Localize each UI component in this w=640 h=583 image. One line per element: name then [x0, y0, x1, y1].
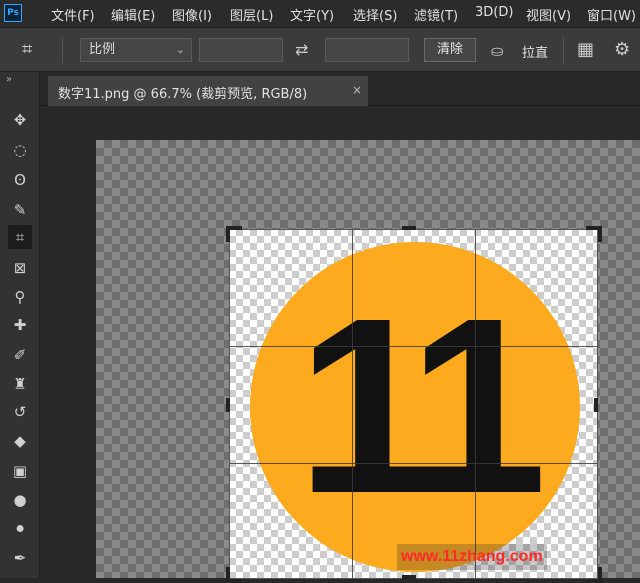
menu-select[interactable]: 选择(S)	[353, 5, 397, 24]
crop-handle-top-left[interactable]	[226, 226, 242, 242]
clone-stamp-tool-icon[interactable]: ♜	[8, 372, 32, 396]
collapse-icon[interactable]: »	[6, 74, 12, 85]
blur-tool-icon[interactable]: ●	[8, 488, 32, 512]
crop-tool-icon[interactable]: ⌗	[22, 39, 32, 60]
history-brush-tool-icon[interactable]: ↺	[8, 400, 32, 424]
divider	[62, 37, 63, 63]
dodge-tool-icon[interactable]: ⚫	[8, 517, 32, 541]
menu-window[interactable]: 窗口(W)	[587, 5, 636, 24]
menu-edit[interactable]: 编辑(E)	[111, 5, 155, 24]
canvas-area[interactable]: 11	[96, 140, 640, 583]
tools-panel: » ✥ ◌ ʘ ✎ ⌗ ⊠ ⚲ ✚ ✐ ♜ ↺ ◆ ▣ ● ⚫ ✒	[0, 72, 40, 578]
crop-box[interactable]: 11	[229, 229, 598, 579]
document-tab-bar: 数字11.png @ 66.7% (裁剪预览, RGB/8) ×	[40, 72, 640, 106]
lasso-tool-icon[interactable]: ʘ	[8, 168, 32, 192]
grid-overlay-icon[interactable]: ▦	[577, 39, 594, 60]
crop-handle-bottom-left[interactable]	[226, 567, 242, 583]
menu-filter[interactable]: 滤镜(T)	[414, 5, 458, 24]
document-tab[interactable]: 数字11.png @ 66.7% (裁剪预览, RGB/8) ×	[48, 76, 368, 106]
eyedropper-tool-icon[interactable]: ⚲	[8, 285, 32, 309]
pen-tool-icon[interactable]: ✒	[8, 546, 32, 570]
width-field[interactable]	[199, 38, 283, 62]
watermark-text: www.11zhang.com	[397, 544, 547, 570]
crop-tool-icon[interactable]: ⌗	[8, 225, 32, 249]
menu-type[interactable]: 文字(Y)	[290, 5, 334, 24]
healing-brush-tool-icon[interactable]: ✚	[8, 313, 32, 337]
quick-select-tool-icon[interactable]: ✎	[8, 198, 32, 222]
eraser-tool-icon[interactable]: ◆	[8, 429, 32, 453]
chevron-down-icon: ⌄	[175, 43, 185, 56]
crop-border	[229, 229, 598, 579]
gradient-tool-icon[interactable]: ▣	[8, 459, 32, 483]
crop-handle-top[interactable]	[402, 226, 416, 230]
swap-icon[interactable]: ⇄	[295, 40, 308, 59]
marquee-tool-icon[interactable]: ◌	[8, 138, 32, 162]
crop-handle-top-right[interactable]	[586, 226, 602, 242]
options-bar: ⌗ 比例 ⌄ ⇄ 清除 ⛀ 拉直 ▦ ⚙	[0, 27, 640, 72]
photoshop-logo-icon: Ps	[4, 4, 22, 22]
menu-bar: Ps 文件(F) 编辑(E) 图像(I) 图层(L) 文字(Y) 选择(S) 滤…	[0, 0, 640, 27]
menu-image[interactable]: 图像(I)	[172, 5, 212, 24]
menu-layer[interactable]: 图层(L)	[230, 5, 273, 24]
document-tab-title: 数字11.png @ 66.7% (裁剪预览, RGB/8)	[58, 87, 308, 102]
ratio-select-label: 比例	[89, 42, 116, 57]
crop-handle-right[interactable]	[594, 398, 598, 412]
menu-3d[interactable]: 3D(D)	[475, 5, 513, 20]
menu-view[interactable]: 视图(V)	[526, 5, 571, 24]
menu-file[interactable]: 文件(F)	[51, 5, 95, 24]
close-icon[interactable]: ×	[352, 83, 362, 97]
crop-handle-bottom[interactable]	[402, 575, 416, 579]
move-tool-icon[interactable]: ✥	[8, 108, 32, 132]
straighten-icon[interactable]: ⛀	[491, 42, 504, 60]
frame-tool-icon[interactable]: ⊠	[8, 256, 32, 280]
crop-handle-bottom-right[interactable]	[586, 567, 602, 583]
clear-button[interactable]: 清除	[424, 38, 476, 62]
straighten-button[interactable]: 拉直	[522, 42, 548, 61]
brush-tool-icon[interactable]: ✐	[8, 343, 32, 367]
height-field[interactable]	[325, 38, 409, 62]
workspace: 11	[40, 106, 640, 583]
gear-icon[interactable]: ⚙	[614, 39, 630, 60]
divider	[563, 37, 564, 63]
crop-handle-left[interactable]	[226, 398, 230, 412]
ratio-select[interactable]: 比例 ⌄	[80, 38, 192, 62]
